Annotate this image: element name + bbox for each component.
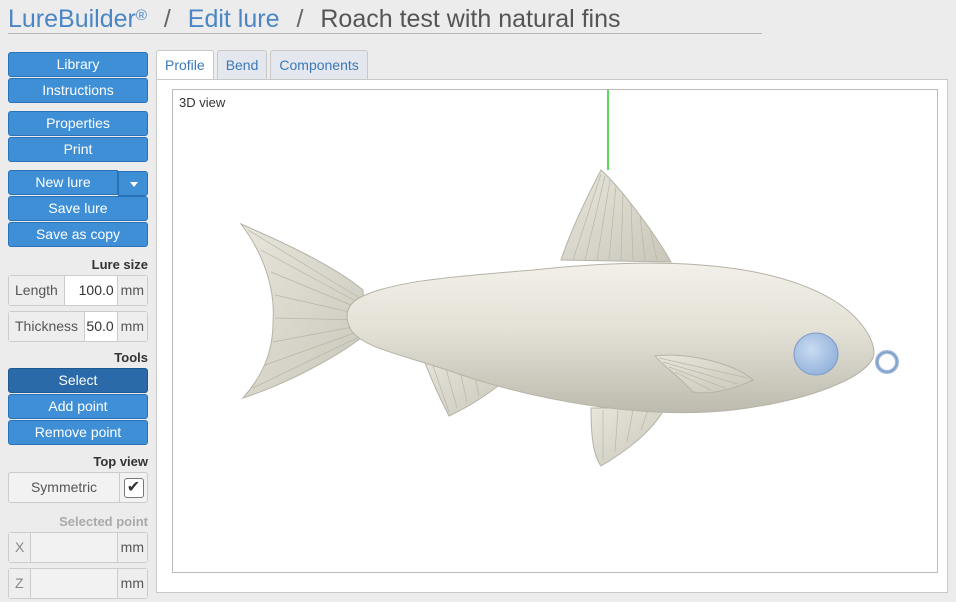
brand-link[interactable]: LureBuilder® — [8, 5, 147, 33]
length-unit: mm — [116, 276, 147, 305]
add-point-button[interactable]: Add point — [8, 394, 148, 419]
page-title: Roach test with natural fins — [320, 5, 621, 33]
x-label: X — [9, 533, 32, 562]
page-header: LureBuilder® / Edit lure / Roach test wi… — [8, 2, 762, 34]
fish-model-render — [239, 90, 899, 467]
top-view-heading: Top view — [93, 454, 148, 469]
save-lure-button[interactable]: Save lure — [8, 196, 148, 221]
tab-components[interactable]: Components — [270, 50, 368, 80]
new-lure-split-button: New lure — [8, 170, 148, 196]
length-field: Length 100.0 mm — [8, 275, 148, 306]
thickness-unit: mm — [116, 312, 147, 341]
new-lure-button[interactable]: New lure — [8, 170, 118, 195]
symmetric-label: Symmetric — [30, 479, 98, 495]
sidebar: Library Instructions Properties Print Ne… — [8, 52, 148, 602]
thickness-input[interactable]: 50.0 — [85, 312, 117, 341]
breadcrumb-separator: / — [296, 5, 304, 33]
x-field: X mm — [8, 532, 148, 563]
length-label: Length — [9, 276, 65, 305]
remove-point-button[interactable]: Remove point — [8, 420, 148, 445]
tab-bend[interactable]: Bend — [216, 50, 268, 80]
save-as-copy-button[interactable]: Save as copy — [8, 222, 148, 247]
print-button[interactable]: Print — [8, 137, 148, 162]
symmetric-checkbox-cell: ✔ — [119, 473, 147, 502]
tab-panel: 3D view — [156, 79, 948, 593]
z-field: Z mm — [8, 568, 148, 599]
selected-point-heading: Selected point — [59, 514, 148, 529]
viewport-label: 3D view — [179, 95, 226, 110]
3d-viewport[interactable]: 3D view — [172, 89, 938, 573]
properties-button[interactable]: Properties — [8, 111, 148, 136]
symmetric-toggle: Symmetric ✔ — [8, 472, 148, 503]
instructions-button[interactable]: Instructions — [8, 78, 148, 103]
thickness-field: Thickness 50.0 mm — [8, 311, 148, 342]
z-unit: mm — [116, 569, 147, 598]
thickness-label: Thickness — [9, 312, 86, 341]
eye — [793, 332, 839, 376]
library-button[interactable]: Library — [8, 52, 148, 77]
tab-profile[interactable]: Profile — [156, 50, 214, 81]
x-input[interactable] — [31, 533, 116, 562]
checkmark-icon[interactable]: ✔ — [123, 477, 144, 498]
select-tool-button[interactable]: Select — [8, 368, 148, 393]
chevron-down-icon[interactable] — [118, 171, 148, 196]
z-input[interactable] — [31, 569, 117, 598]
lure-size-heading: Lure size — [91, 257, 148, 272]
x-unit: mm — [116, 533, 147, 562]
breadcrumb-separator: / — [163, 5, 171, 33]
tools-heading: Tools — [114, 350, 148, 365]
fish-body — [346, 262, 875, 414]
length-input[interactable]: 100.0 — [65, 276, 117, 305]
breadcrumb-edit-lure[interactable]: Edit lure — [188, 5, 280, 33]
view-tabs: Profile Bend Components — [156, 50, 371, 81]
z-label: Z — [9, 569, 31, 598]
